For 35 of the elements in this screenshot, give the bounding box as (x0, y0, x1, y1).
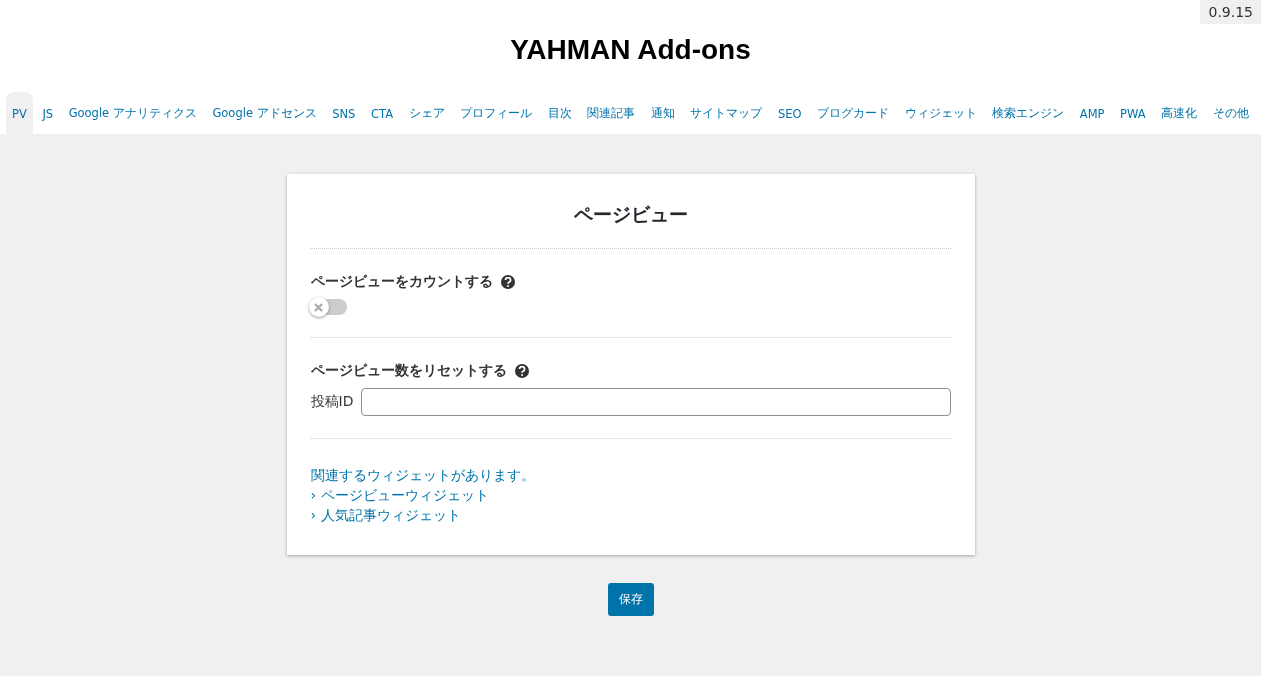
tab[interactable]: 高速化 (1155, 92, 1204, 134)
tab[interactable]: SNS (326, 92, 362, 134)
version-label: 0.9.15 (1200, 0, 1261, 24)
tab[interactable]: PWA (1114, 92, 1152, 134)
cross-icon (314, 302, 323, 312)
page-title: YAHMAN Add-ons (509, 34, 752, 66)
tab[interactable]: Google アナリティクス (62, 92, 203, 134)
tab[interactable]: 関連記事 (581, 92, 642, 134)
tab[interactable]: CTA (364, 92, 399, 134)
tab[interactable]: AMP (1073, 92, 1111, 134)
field-label: 投稿ID (310, 393, 354, 411)
tab[interactable]: Google アドセンス (206, 92, 323, 134)
widget-link[interactable]: › 人気記事ウィジェット (310, 507, 461, 525)
tab[interactable]: その他 (1206, 92, 1255, 134)
tab[interactable]: PV (6, 92, 33, 134)
toggle-switch[interactable] (310, 299, 347, 315)
note-text: 関連するウィジェットがあります。 (310, 467, 536, 485)
tab[interactable]: 検索エンジン (986, 92, 1071, 134)
save-button[interactable]: 保存 (607, 583, 654, 616)
help-icon[interactable] (500, 275, 515, 289)
tab[interactable]: プロフィール (454, 92, 539, 134)
tab[interactable]: ブログカード (811, 92, 896, 134)
tab[interactable]: ウィジェット (898, 92, 983, 134)
card-heading: ページビュー (310, 202, 951, 249)
setting-label: ページビューをカウントする (310, 273, 493, 291)
tab[interactable]: シェア (402, 92, 451, 134)
setting-label: ページビュー数をリセットする (310, 362, 507, 380)
tab[interactable]: 通知 (644, 92, 681, 134)
tab[interactable]: SEO (771, 92, 808, 134)
help-icon[interactable] (514, 364, 529, 378)
input-field[interactable] (361, 388, 951, 416)
widget-link[interactable]: › ページビューウィジェット (310, 487, 489, 505)
tab[interactable]: JS (36, 92, 60, 134)
tab[interactable]: サイトマップ (684, 92, 769, 134)
tab[interactable]: 目次 (541, 92, 578, 134)
